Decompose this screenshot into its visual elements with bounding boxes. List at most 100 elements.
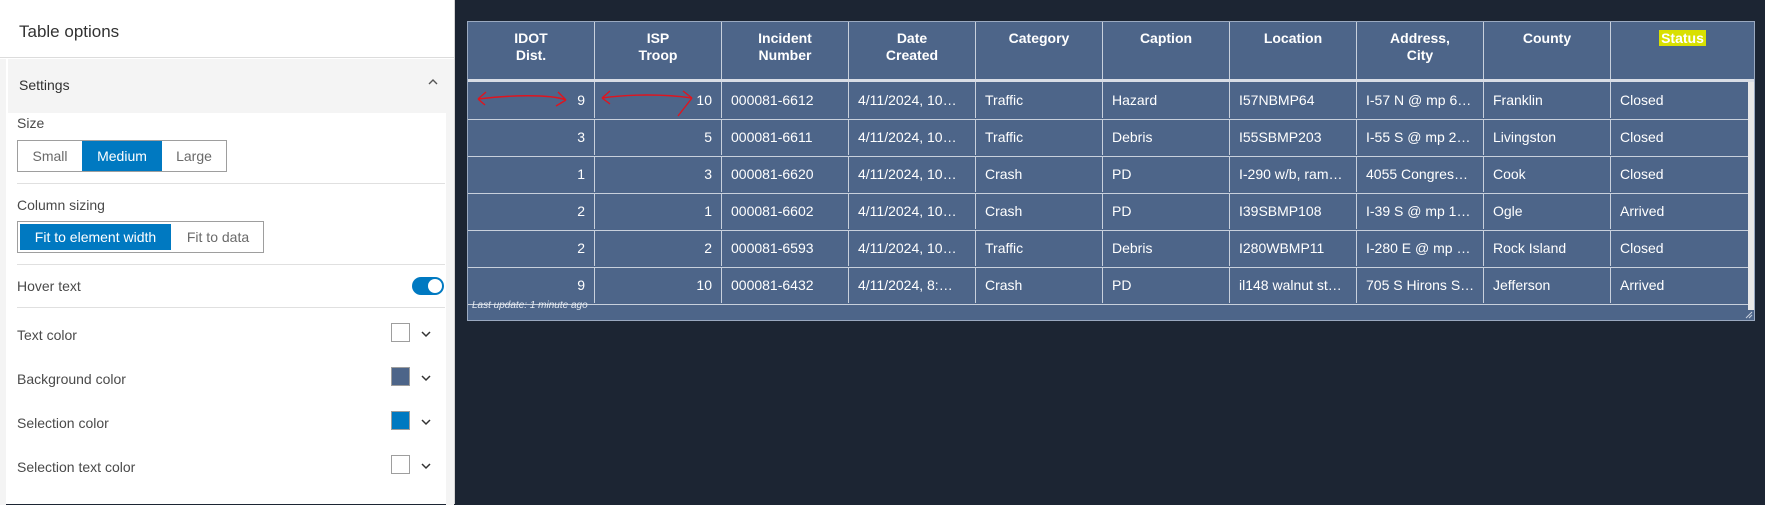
settings-section-header[interactable]: Settings xyxy=(8,59,446,113)
table-cell: Arrived xyxy=(1620,203,1665,219)
table-cell: 4/11/2024, 10… xyxy=(849,119,976,155)
header-line: Created xyxy=(885,47,939,63)
table-cell: 705 S Hirons S… xyxy=(1357,267,1484,303)
table-cell: il148 walnut st… xyxy=(1230,267,1357,303)
table-cell: I-57 N @ mp 6… xyxy=(1357,82,1484,118)
column-sizing-option-fit-width[interactable]: Fit to element width xyxy=(18,222,173,252)
panel-scrollbar[interactable] xyxy=(446,59,454,505)
table-cell: 4055 Congres… xyxy=(1357,156,1484,192)
table-cell: 9 xyxy=(468,267,595,303)
column-header[interactable]: Incident Number xyxy=(722,22,849,79)
header-line: City xyxy=(1406,47,1434,63)
table-cell: 4/11/2024, 8:… xyxy=(849,267,976,303)
header-line: Incident xyxy=(758,30,812,46)
table-widget: IDOT Dist. ISP Troop Incident Number Date Cr… xyxy=(467,21,1755,321)
chevron-down-icon[interactable] xyxy=(420,461,432,471)
table-cell: Closed xyxy=(1620,240,1664,256)
column-header-status[interactable]: Status xyxy=(1611,22,1754,79)
column-header[interactable]: Address, City xyxy=(1357,22,1484,79)
size-label: Size xyxy=(17,115,45,131)
table-cell: Hazard xyxy=(1103,82,1230,118)
text-color-swatch[interactable] xyxy=(391,323,410,342)
table-cell: 5 xyxy=(595,119,722,155)
table-cell: 3 xyxy=(595,156,722,192)
chevron-down-icon[interactable] xyxy=(420,373,432,383)
table-cell: Arrived xyxy=(1620,277,1665,293)
table-cell: Ogle xyxy=(1484,193,1611,229)
table-cell: I-290 w/b, ram… xyxy=(1230,156,1357,192)
divider xyxy=(17,183,445,184)
header-line: Location xyxy=(1263,30,1323,46)
background-color-label: Background color xyxy=(17,371,126,387)
table-cell: Closed xyxy=(1620,129,1664,145)
header-line: Category xyxy=(1008,30,1070,46)
header-line: Caption xyxy=(1139,30,1193,46)
table-cell: 000081-6602 xyxy=(722,193,849,229)
table-cell: I39SBMP108 xyxy=(1230,193,1357,229)
table-cell: 10 xyxy=(595,267,722,303)
selection-color-label: Selection color xyxy=(17,415,109,431)
column-header[interactable]: ISP Troop xyxy=(595,22,722,79)
table-cell: Traffic xyxy=(976,230,1103,266)
size-segmented-control: Small Medium Large xyxy=(17,140,227,172)
column-header[interactable]: Location xyxy=(1230,22,1357,79)
table-cell: I57NBMP64 xyxy=(1230,82,1357,118)
panel-title: Table options xyxy=(19,22,120,41)
table-row[interactable]: 3 5 000081-6611 4/11/2024, 10… Traffic Debris… xyxy=(468,119,1752,157)
table-cell: Debris xyxy=(1103,119,1230,155)
table-cell: I-39 S @ mp 1… xyxy=(1357,193,1484,229)
column-header[interactable]: Category xyxy=(976,22,1103,79)
chevron-down-icon[interactable] xyxy=(420,417,432,427)
table-cell: Rock Island xyxy=(1484,230,1611,266)
table-cell: PD xyxy=(1103,267,1230,303)
table-cell: 000081-6620 xyxy=(722,156,849,192)
header-line: County xyxy=(1522,30,1572,46)
size-option-medium[interactable]: Medium xyxy=(82,141,162,171)
table-cell: Debris xyxy=(1103,230,1230,266)
divider xyxy=(0,57,454,58)
table-cell: 1 xyxy=(595,193,722,229)
table-cell: 000081-6432 xyxy=(722,267,849,303)
table-cell: Closed xyxy=(1620,92,1664,108)
column-header[interactable]: Date Created xyxy=(849,22,976,79)
column-header[interactable]: County xyxy=(1484,22,1611,79)
table-row[interactable]: 2 1 000081-6602 4/11/2024, 10… Crash PD I39SBM… xyxy=(468,193,1752,231)
column-sizing-option-fit-data[interactable]: Fit to data xyxy=(173,222,263,252)
table-cell: PD xyxy=(1103,156,1230,192)
table-row[interactable]: 1 3 000081-6620 4/11/2024, 10… Crash PD I-290 … xyxy=(468,156,1752,194)
table-header: IDOT Dist. ISP Troop Incident Number Date Cr… xyxy=(468,22,1754,82)
table-cell: 1 xyxy=(468,156,595,192)
status-highlight: Status xyxy=(1659,30,1706,46)
size-option-small[interactable]: Small xyxy=(18,141,82,171)
resize-handle-icon[interactable] xyxy=(1745,311,1753,319)
selection-text-color-swatch[interactable] xyxy=(391,455,410,474)
table-cell: I-280 E @ mp … xyxy=(1357,230,1484,266)
table-cell: 000081-6611 xyxy=(722,119,849,155)
table-cell: 3 xyxy=(468,119,595,155)
annotation-arrow xyxy=(601,90,693,117)
table-cell: I280WBMP11 xyxy=(1230,230,1357,266)
table-cell: 000081-6612 xyxy=(722,82,849,118)
chevron-down-icon[interactable] xyxy=(420,329,432,339)
last-update-text: Last update: 1 minute ago xyxy=(472,300,588,311)
table-cell: 2 xyxy=(595,230,722,266)
table-options-panel: Table options Settings Size Small Medium… xyxy=(0,0,455,505)
table-cell: 000081-6593 xyxy=(722,230,849,266)
table-row[interactable]: 2 2 000081-6593 4/11/2024, 10… Traffic Debris… xyxy=(468,230,1752,268)
table-row[interactable]: 9 10 000081-6432 4/11/2024, 8:… Crash PD il148… xyxy=(468,267,1752,305)
text-color-label: Text color xyxy=(17,327,77,343)
hover-text-label: Hover text xyxy=(17,278,81,294)
vertical-scrollbar[interactable] xyxy=(1748,82,1754,310)
table-cell: 4/11/2024, 10… xyxy=(849,82,976,118)
header-line: Troop xyxy=(638,47,678,63)
column-header[interactable]: IDOT Dist. xyxy=(468,22,595,79)
header-line: IDOT xyxy=(514,30,548,46)
background-color-swatch[interactable] xyxy=(391,367,410,386)
header-line: Dist. xyxy=(515,47,547,63)
hover-text-toggle[interactable] xyxy=(412,277,444,295)
table-cell: 4/11/2024, 10… xyxy=(849,230,976,266)
annotation-arrows xyxy=(477,90,693,117)
column-header[interactable]: Caption xyxy=(1103,22,1230,79)
selection-color-swatch[interactable] xyxy=(391,411,410,430)
size-option-large[interactable]: Large xyxy=(162,141,226,171)
